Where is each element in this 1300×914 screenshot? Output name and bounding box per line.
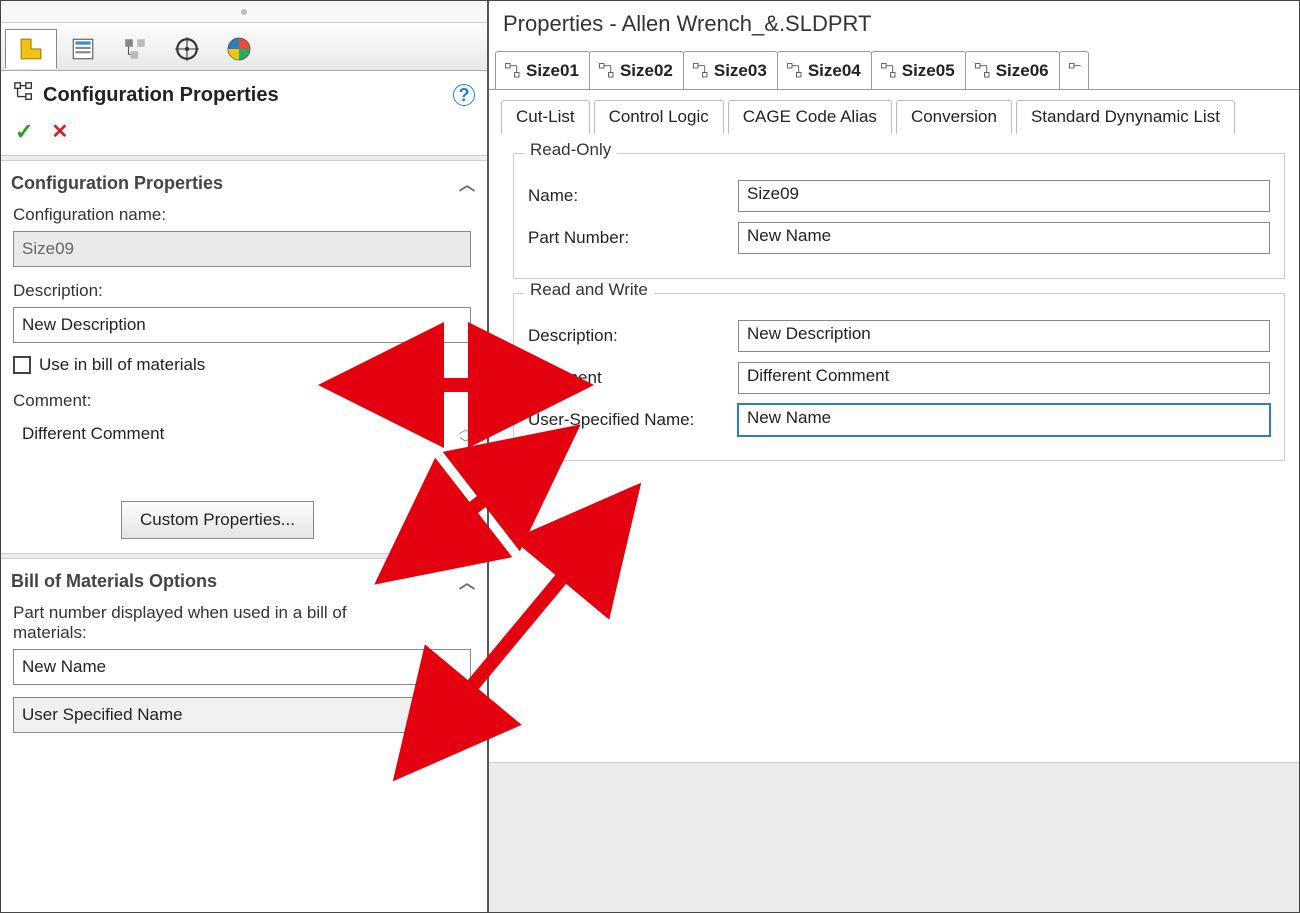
readonly-group: Read-Only Name: Size09 Part Number: New … xyxy=(513,153,1285,279)
panel-tab-bar xyxy=(1,23,487,71)
cancel-button[interactable]: ✕ xyxy=(51,119,68,145)
partnumber-value: New Name xyxy=(738,222,1270,254)
tab-size05[interactable]: Size05 xyxy=(871,51,966,89)
bom-mode-select[interactable]: User Specified Name ﹀ xyxy=(13,697,475,733)
use-bom-checkbox[interactable] xyxy=(13,356,31,374)
tab-size02[interactable]: Size02 xyxy=(589,51,684,89)
comment-label-r: Comment xyxy=(528,368,738,388)
bom-partnumber-label: Part number displayed when used in a bil… xyxy=(1,597,371,647)
property-title: Configuration Properties xyxy=(43,84,279,107)
user-specified-name-input[interactable]: New Name xyxy=(738,404,1270,436)
ok-button[interactable]: ✓ xyxy=(15,119,33,145)
custom-properties-button[interactable]: Custom Properties... xyxy=(121,501,314,539)
property-header: Configuration Properties ? xyxy=(1,71,487,115)
tab-size04[interactable]: Size04 xyxy=(777,51,872,89)
help-icon[interactable]: ? xyxy=(453,84,475,106)
panel-grip[interactable] xyxy=(1,1,487,23)
name-label: Name: xyxy=(528,186,738,206)
dialog-title: Properties - Allen Wrench_&.SLDPRT xyxy=(489,1,1299,45)
subtab-dynamic-list[interactable]: Standard Dynynamic List xyxy=(1016,100,1235,134)
tab-property-manager[interactable] xyxy=(57,29,109,69)
section-config-properties: Configuration Properties xyxy=(11,173,223,194)
config-tree-icon xyxy=(13,81,35,109)
bom-partnumber-input[interactable]: New Name xyxy=(13,649,471,685)
comment-scroll[interactable]: ︿﹀ xyxy=(459,422,472,450)
tab-configuration-manager[interactable] xyxy=(109,29,161,69)
description-label-r: Description: xyxy=(528,326,738,346)
dialog-footer xyxy=(489,762,1299,912)
config-tabs: Size01 Size02 Size03 Size04 Size05 Size0… xyxy=(489,45,1299,89)
subtab-cage-code[interactable]: CAGE Code Alias xyxy=(728,100,892,134)
tab-size06[interactable]: Size06 xyxy=(965,51,1060,89)
description-input[interactable]: New Description xyxy=(13,307,471,343)
properties-dialog: Properties - Allen Wrench_&.SLDPRT Size0… xyxy=(489,1,1299,912)
partnumber-label: Part Number: xyxy=(528,228,738,248)
comment-input[interactable]: Different Comment ︿﹀ xyxy=(13,417,475,487)
collapse-icon[interactable]: ︿ xyxy=(459,171,475,195)
name-value: Size09 xyxy=(738,180,1270,212)
config-name-label: Configuration name: xyxy=(1,199,487,229)
section-bom-options: Bill of Materials Options xyxy=(11,571,217,592)
subtab-control-logic[interactable]: Control Logic xyxy=(594,100,724,134)
tab-feature-tree[interactable] xyxy=(5,29,57,69)
description-label: Description: xyxy=(1,275,487,305)
comment-label: Comment: xyxy=(1,385,487,415)
tab-size01[interactable]: Size01 xyxy=(495,51,590,89)
user-specified-name-label: User-Specified Name: xyxy=(528,410,738,430)
readwrite-group: Read and Write Description: New Descript… xyxy=(513,293,1285,461)
property-manager-panel: Configuration Properties ? ✓ ✕ Configura… xyxy=(1,1,489,912)
use-bom-label: Use in bill of materials xyxy=(39,355,205,375)
property-subtabs: Cut-List Control Logic CAGE Code Alias C… xyxy=(489,89,1299,133)
comment-input-r[interactable]: Different Comment xyxy=(738,362,1270,394)
tab-appearances[interactable] xyxy=(213,29,265,69)
tab-size03[interactable]: Size03 xyxy=(683,51,778,89)
collapse-icon[interactable]: ︿ xyxy=(459,569,475,593)
tab-dimxpert[interactable] xyxy=(161,29,213,69)
chevron-down-icon: ﹀ xyxy=(449,703,466,728)
subtab-cutlist[interactable]: Cut-List xyxy=(501,100,590,134)
subtab-conversion[interactable]: Conversion xyxy=(896,100,1012,134)
description-input-r[interactable]: New Description xyxy=(738,320,1270,352)
tab-more[interactable] xyxy=(1059,51,1089,89)
config-name-input[interactable]: Size09 xyxy=(13,231,471,267)
